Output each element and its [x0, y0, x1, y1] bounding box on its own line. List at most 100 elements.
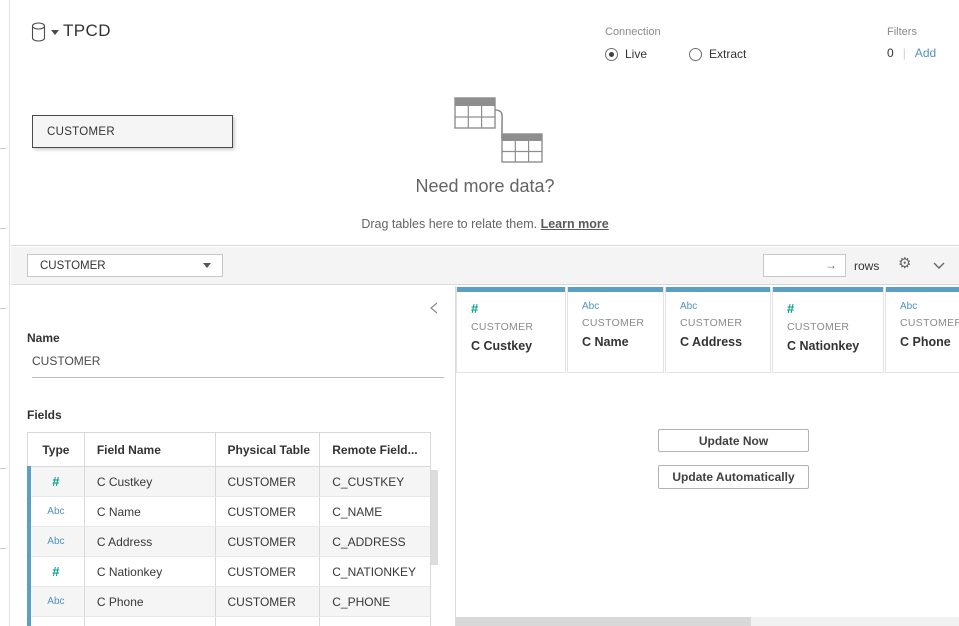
filters-add-link[interactable]: Add	[915, 46, 936, 60]
string-type-icon: Abc	[47, 596, 64, 607]
radio-extract-button[interactable]	[689, 48, 702, 61]
filters-group: Filters 0 | Add	[887, 26, 936, 60]
table-selection-accent-bar	[27, 466, 31, 626]
rows-count-input[interactable]: →	[763, 254, 846, 277]
grid-col-field: C Name	[582, 335, 663, 349]
fields-label: Fields	[27, 408, 62, 422]
canvas-table-customer[interactable]: CUSTOMER	[32, 115, 233, 148]
string-type-icon: Abc	[680, 301, 770, 312]
edge-tick	[0, 148, 6, 149]
edge-tick	[0, 548, 6, 549]
left-edge-strip	[0, 0, 10, 626]
radio-live[interactable]: Live	[605, 47, 647, 61]
col-header-remote-field[interactable]: Remote Field...	[320, 433, 430, 466]
data-grid-panel: # CUSTOMER C Custkey Abc CUSTOMER C Name…	[455, 286, 959, 626]
grid-col-table: CUSTOMER	[471, 321, 565, 333]
radio-extract[interactable]: Extract	[689, 47, 746, 61]
grid-column-header[interactable]: Abc CUSTOMER C Phone	[885, 287, 959, 373]
grid-col-field: C Nationkey	[787, 339, 883, 353]
datasource-icon-menu[interactable]	[31, 22, 59, 43]
grid-column-header[interactable]: Abc CUSTOMER C Name	[567, 287, 664, 373]
string-type-icon: Abc	[900, 301, 959, 312]
table-row[interactable]: # C Nationkey CUSTOMER C_NATIONKEY	[28, 557, 430, 587]
cell-remote-field: C_CUSTKEY	[320, 467, 430, 496]
edge-tick	[0, 468, 6, 469]
cell-field-name: C Address	[85, 527, 216, 556]
column-accent-strip	[457, 287, 565, 292]
cell-remote-field: C_NAME	[320, 497, 430, 526]
column-accent-strip	[886, 287, 959, 292]
go-arrow-icon[interactable]: →	[825, 258, 837, 272]
filters-count: 0	[887, 46, 894, 60]
string-type-icon: Abc	[47, 536, 64, 547]
col-header-field-name[interactable]: Field Name	[85, 433, 216, 466]
fields-table: Type Field Name Physical Table Remote Fi…	[27, 432, 431, 626]
column-accent-strip	[666, 287, 770, 292]
column-accent-strip	[773, 287, 883, 292]
empty-state-title: Need more data?	[11, 176, 959, 197]
update-automatically-button[interactable]: Update Automatically	[658, 465, 809, 489]
number-type-icon: #	[52, 474, 59, 489]
cell-field-name: C Name	[85, 497, 216, 526]
relate-tables-illustration	[440, 94, 544, 166]
column-accent-strip	[568, 287, 663, 292]
table-selector-value: CUSTOMER	[40, 260, 106, 272]
table-row[interactable]: Abc C Phone CUSTOMER C_PHONE	[28, 587, 430, 617]
grid-toolbar: CUSTOMER → rows ⚙	[11, 247, 959, 285]
cell-field-name: C Nationkey	[85, 557, 216, 586]
number-type-icon: #	[471, 301, 565, 316]
fields-table-scrollbar[interactable]	[431, 470, 438, 565]
table-row[interactable]: Abc C Name CUSTOMER C_NAME	[28, 497, 430, 527]
cell-physical-table: CUSTOMER	[216, 467, 321, 496]
chevron-down-icon	[51, 30, 59, 35]
chevron-down-icon[interactable]	[933, 262, 945, 269]
grid-col-table: CUSTOMER	[582, 317, 663, 329]
grid-col-field: C Address	[680, 335, 770, 349]
filters-label: Filters	[887, 26, 936, 38]
learn-more-link[interactable]: Learn more	[541, 217, 609, 231]
cell-physical-table: CUSTOMER	[216, 527, 321, 556]
cell-physical-table: CUSTOMER	[216, 557, 321, 586]
radio-live-label: Live	[625, 47, 647, 61]
collapse-panel-icon[interactable]	[430, 302, 438, 314]
cell-remote-field: C_ADDRESS	[320, 527, 430, 556]
col-header-physical-table[interactable]: Physical Table	[216, 433, 321, 466]
grid-column-header[interactable]: # CUSTOMER C Nationkey	[772, 287, 884, 373]
update-now-button[interactable]: Update Now	[658, 429, 809, 452]
gear-icon[interactable]: ⚙	[898, 256, 911, 271]
filters-divider: |	[903, 46, 906, 60]
table-row[interactable]: Abc C Address CUSTOMER C_ADDRESS	[28, 527, 430, 557]
table-row-partial[interactable]	[28, 617, 430, 626]
name-input[interactable]: CUSTOMER	[32, 354, 444, 378]
table-row[interactable]: # C Custkey CUSTOMER C_CUSTKEY	[28, 467, 430, 497]
canvas-header-area: TPCD Connection Live Extract Filters 0 |…	[11, 0, 959, 246]
datasource-title: TPCD	[63, 21, 111, 41]
grid-col-field: C Custkey	[471, 339, 565, 353]
connection-group: Connection Live Extract	[605, 26, 746, 61]
radio-extract-label: Extract	[709, 47, 746, 61]
database-icon	[31, 22, 48, 43]
table-details-panel: Name CUSTOMER Fields Type Field Name Phy…	[11, 286, 455, 626]
grid-horizontal-scrollbar-thumb[interactable]	[456, 617, 751, 626]
col-header-type[interactable]: Type	[28, 433, 85, 466]
edge-tick	[0, 228, 6, 229]
number-type-icon: #	[52, 564, 59, 579]
cell-physical-table: CUSTOMER	[216, 497, 321, 526]
fields-table-header: Type Field Name Physical Table Remote Fi…	[28, 433, 430, 467]
tableau-data-source-page: TPCD Connection Live Extract Filters 0 |…	[0, 0, 959, 626]
table-selector-dropdown[interactable]: CUSTOMER	[27, 254, 223, 277]
dropdown-caret-icon	[203, 263, 211, 268]
grid-column-header[interactable]: Abc CUSTOMER C Address	[665, 287, 771, 373]
cell-remote-field: C_PHONE	[320, 587, 430, 616]
number-type-icon: #	[787, 301, 883, 316]
grid-col-table: CUSTOMER	[680, 317, 770, 329]
edge-tick	[0, 308, 6, 309]
name-label: Name	[27, 331, 60, 345]
grid-horizontal-scrollbar-track[interactable]	[456, 617, 959, 626]
string-type-icon: Abc	[582, 301, 663, 312]
empty-state-text: Drag tables here to relate them.	[361, 217, 537, 231]
grid-column-header[interactable]: # CUSTOMER C Custkey	[456, 287, 566, 373]
radio-live-button[interactable]	[605, 48, 618, 61]
cell-field-name: C Phone	[85, 587, 216, 616]
rows-label: rows	[854, 259, 879, 273]
